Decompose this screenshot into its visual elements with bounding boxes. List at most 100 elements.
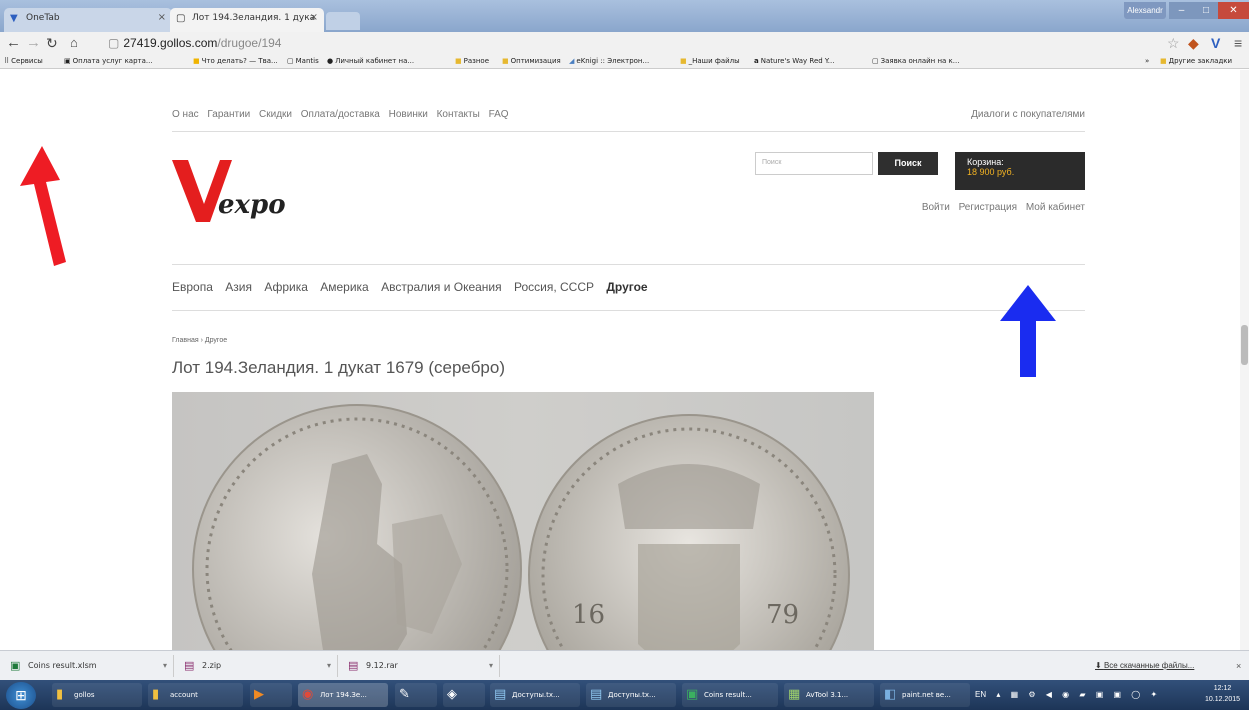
divider	[172, 264, 1085, 265]
tab-onetab[interactable]: ▼ OneTab ×	[4, 8, 172, 32]
topnav-guarantees[interactable]: Гарантии	[207, 109, 250, 120]
bookmark-item[interactable]: ● Личный кабинет на...	[327, 56, 414, 67]
coin-year-left: 16	[572, 600, 606, 630]
cart-summary[interactable]: Корзина: 18 900 руб.	[955, 152, 1085, 190]
chevron-down-icon[interactable]: ▾	[163, 655, 167, 677]
home-icon[interactable]: ⌂	[70, 34, 78, 52]
taskbar-item-chrome[interactable]: ◉ Лот 194.Зе...	[298, 683, 388, 707]
clock-time: 12:12	[1213, 685, 1232, 692]
taskbar-item[interactable]: ▤ Доступы.tx...	[490, 683, 580, 707]
coin-photo[interactable]: 16 79	[172, 392, 874, 650]
web-page: О нас Гарантии Скидки Оплата/доставка Но…	[0, 70, 1240, 650]
url-path: /drugoe/194	[217, 36, 282, 50]
start-button[interactable]: ⊞	[6, 682, 36, 709]
category-america[interactable]: Америка	[320, 280, 369, 294]
category-other[interactable]: Другое	[606, 280, 647, 294]
bookmark-services[interactable]: ⠿ Сервисы	[4, 56, 43, 67]
taskbar-item[interactable]: ▦ AvTool 3.1...	[784, 683, 874, 707]
maximize-icon[interactable]: □	[1194, 2, 1218, 19]
bookmark-folder[interactable]: ■ _Наши файлы	[680, 56, 740, 67]
taskbar-item[interactable]: ▮ account	[148, 683, 243, 707]
breadcrumb[interactable]: Главная › Другое	[172, 337, 227, 344]
page-scrollbar[interactable]	[1240, 70, 1249, 650]
topnav-about[interactable]: О нас	[172, 109, 199, 120]
menu-icon[interactable]: ≡	[1234, 34, 1242, 52]
bookmark-item[interactable]: a Nature's Way Red Y...	[754, 56, 834, 67]
browser-tab-strip: ▼ OneTab × ▢ Лот 194.Зеландия. 1 дука × …	[0, 0, 1249, 32]
system-clock[interactable]: 12:12 10.12.2015	[1200, 683, 1245, 705]
cart-total: 18 900 руб.	[967, 167, 1015, 177]
login-link[interactable]: Войти	[922, 202, 950, 213]
scrollbar-thumb[interactable]	[1241, 325, 1248, 365]
taskbar-item[interactable]: ▮ gollos	[52, 683, 142, 707]
forward-arrow-icon[interactable]: →	[26, 34, 41, 52]
download-item[interactable]: ▤ 2.zip ▾	[178, 655, 338, 677]
language-indicator[interactable]: EN	[975, 690, 986, 699]
bookmark-folder[interactable]: ■ Разное	[455, 56, 489, 67]
new-tab-button[interactable]	[326, 12, 360, 30]
chevron-down-icon[interactable]: ▾	[489, 655, 493, 677]
taskbar-item[interactable]: ◈	[443, 683, 485, 707]
topnav-faq[interactable]: FAQ	[489, 109, 509, 120]
download-item[interactable]: ▤ 9.12.rar ▾	[342, 655, 500, 677]
category-africa[interactable]: Африка	[264, 280, 308, 294]
url-host: 27419.gollos.com	[123, 36, 218, 50]
bank-icon: ▣	[64, 57, 71, 65]
all-downloads-link[interactable]: ⬇ Все скачанные файлы...	[1095, 655, 1194, 677]
close-tab-icon[interactable]: ×	[158, 12, 166, 23]
extension-icon[interactable]: ◆	[1188, 34, 1199, 52]
category-navigation: Европа Азия Африка Америка Австралия и О…	[172, 280, 657, 294]
bookmark-other[interactable]: ■ Другие закладки	[1160, 56, 1232, 67]
taskbar-item[interactable]: ▶	[250, 683, 292, 707]
amazon-icon: a	[754, 57, 759, 65]
back-arrow-icon[interactable]: ←	[6, 34, 21, 52]
folder-icon: ▮	[56, 687, 64, 702]
reload-icon[interactable]: ↻	[46, 34, 58, 52]
search-input[interactable]: Поиск	[755, 152, 873, 175]
buyer-dialogs-link[interactable]: Диалоги с покупателями	[960, 109, 1085, 120]
bookmark-folder[interactable]: ■ Оптимизация	[502, 56, 561, 67]
more-bookmarks-icon[interactable]: »	[1145, 56, 1149, 67]
bookmark-item[interactable]: ■ Что делать? — Тва...	[193, 56, 278, 67]
bookmark-item[interactable]: ▣ Оплата услуг карта...	[64, 56, 153, 67]
topnav-discounts[interactable]: Скидки	[259, 109, 292, 120]
bookmark-item[interactable]: ◢ eKnigi :: Электрон...	[569, 56, 649, 67]
folder-icon: ■	[455, 57, 462, 65]
notepad-icon: ▤	[590, 687, 603, 702]
chevron-down-icon[interactable]: ▾	[327, 655, 331, 677]
profile-button[interactable]: Alexsandr	[1124, 2, 1166, 19]
page-icon: ▢	[108, 36, 120, 50]
address-bar[interactable]: ▢ 27419.gollos.com/drugoe/194	[108, 34, 1158, 52]
tray-icons[interactable]: ▴ ▦ ⚙ ◀ ◉ ▰ ▣ ▣ ◯ ✦	[996, 690, 1161, 699]
star-icon[interactable]: ☆	[1167, 34, 1180, 52]
taskbar-item[interactable]: ✎	[395, 683, 437, 707]
download-item[interactable]: ▣ Coins result.xlsm ▾	[4, 655, 174, 677]
taskbar-item[interactable]: ▤ Доступы.tx...	[586, 683, 676, 707]
tab-lot-194[interactable]: ▢ Лот 194.Зеландия. 1 дука ×	[170, 8, 324, 32]
bookmark-item[interactable]: ▢ Mantis	[287, 56, 319, 67]
category-europe[interactable]: Европа	[172, 280, 213, 294]
excel-icon: ▣	[686, 687, 699, 702]
minimize-icon[interactable]: –	[1169, 2, 1194, 19]
topnav-payment-delivery[interactable]: Оплата/доставка	[301, 109, 380, 120]
taskbar-item[interactable]: ◧ paint.net ве...	[880, 683, 970, 707]
topnav-contacts[interactable]: Контакты	[437, 109, 480, 120]
category-asia[interactable]: Азия	[225, 280, 252, 294]
my-account-link[interactable]: Мой кабинет	[1026, 202, 1085, 213]
search-button[interactable]: Поиск	[878, 152, 938, 175]
taskbar-item[interactable]: ▣ Coins result...	[682, 683, 778, 707]
media-player-icon: ▶	[254, 687, 264, 702]
topnav-new[interactable]: Новинки	[389, 109, 428, 120]
folder-icon: ▮	[152, 687, 160, 702]
top-navigation: О нас Гарантии Скидки Оплата/доставка Но…	[172, 109, 515, 120]
close-icon[interactable]: ×	[1236, 655, 1241, 677]
bookmark-item[interactable]: ▢ Заявка онлайн на к...	[872, 56, 959, 67]
yellow-square-icon: ■	[193, 57, 200, 65]
category-australia-oceania[interactable]: Австралия и Океания	[381, 280, 502, 294]
close-tab-icon[interactable]: ×	[310, 12, 318, 23]
site-logo[interactable]: expo	[172, 160, 312, 230]
close-window-icon[interactable]: ✕	[1218, 2, 1249, 19]
category-russia-ussr[interactable]: Россия, СССР	[514, 280, 594, 294]
register-link[interactable]: Регистрация	[959, 202, 1017, 213]
onetab-icon[interactable]: V	[1211, 34, 1220, 52]
